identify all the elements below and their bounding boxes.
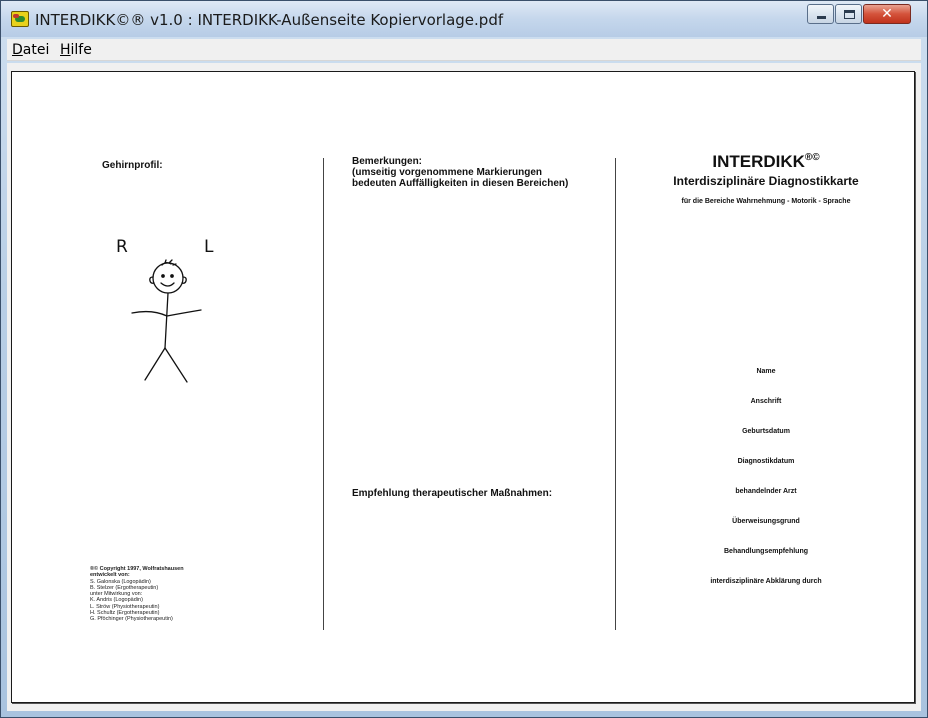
field-label: Diagnostikdatum — [737, 458, 795, 465]
menu-hilfe-label: ilfe — [70, 42, 92, 58]
figure-leg-right — [164, 347, 188, 383]
copyright-block: ®© Copyright 1997, Wolfratshausen entwic… — [90, 566, 184, 623]
brain-profile-heading: Gehirnprofil: — [102, 160, 163, 171]
app-icon[interactable] — [11, 11, 29, 27]
title-bar[interactable]: INTERDIKK©® v1.0 : INTERDIKK-Außenseite … — [1, 1, 927, 37]
remarks-block: Bemerkungen: (umseitig vorgenommene Mark… — [352, 156, 568, 189]
sketch-label-r: R — [116, 237, 128, 257]
app-window: INTERDIKK©® v1.0 : INTERDIKK-Außenseite … — [0, 0, 928, 718]
menu-datei[interactable]: Datei — [12, 42, 49, 58]
minimize-icon — [817, 16, 826, 19]
stick-figure-sketch: R L — [116, 237, 214, 383]
sketch-label-l: L — [204, 237, 214, 257]
minimize-button[interactable] — [807, 4, 834, 24]
menu-bar: Datei Hilfe — [7, 39, 921, 61]
brand-subtitle: Interdisziplinäre Diagnostikkarte — [673, 174, 859, 188]
figure-eye-right — [170, 274, 174, 278]
maximize-icon — [844, 10, 855, 19]
figure-drawing — [131, 259, 202, 383]
field-label: Anschrift — [750, 398, 782, 405]
figure-leg-left — [144, 347, 166, 381]
remarks-title: Bemerkungen: — [352, 156, 423, 167]
brand-title: INTERDIKK®© — [616, 152, 916, 172]
brand-areas: für die Bereiche Wahrnehmung - Motorik -… — [681, 198, 851, 205]
figure-hair — [161, 259, 177, 266]
field-label: behandelnder Arzt — [735, 488, 797, 495]
pdf-viewer[interactable]: Gehirnprofil: R L ®© Copyright 1997, Wol… — [7, 63, 921, 711]
field-label: Überweisungsgrund — [732, 518, 800, 525]
field-label: Name — [756, 368, 776, 375]
menu-datei-label: atei — [22, 42, 50, 58]
column-divider-left — [323, 158, 324, 630]
brand-name: INTERDIKK — [712, 152, 805, 171]
field-label: Geburtsdatum — [742, 428, 790, 435]
figure-head — [152, 262, 184, 294]
figure-body — [164, 292, 169, 349]
pdf-page: Gehirnprofil: R L ®© Copyright 1997, Wol… — [11, 71, 915, 703]
close-icon: ✕ — [881, 6, 893, 22]
close-button[interactable]: ✕ — [863, 4, 911, 24]
column-divider-right — [615, 158, 616, 630]
recommendation-heading: Empfehlung therapeutischer Maßnahmen: — [352, 488, 553, 499]
menu-hilfe-accel: H — [60, 42, 71, 58]
remarks-line: (umseitig vorgenommene Markierungen — [352, 167, 543, 178]
copyright-line: G. Pföchinger (Physiotherapeutin) — [90, 616, 173, 623]
figure-mouth — [160, 282, 175, 287]
remarks-line: bedeuten Auffälligkeiten in diesen Berei… — [352, 178, 569, 189]
maximize-button[interactable] — [835, 4, 862, 24]
figure-eye-left — [161, 274, 165, 278]
brand-mark: ®© — [804, 152, 820, 163]
menu-datei-accel: D — [12, 42, 23, 58]
menu-hilfe[interactable]: Hilfe — [60, 42, 92, 58]
window-title: INTERDIKK©® v1.0 : INTERDIKK-Außenseite … — [35, 11, 504, 29]
brand-block: INTERDIKK®© Interdisziplinäre Diagnostik… — [616, 152, 916, 205]
field-label: Behandlungsempfehlung — [724, 548, 808, 555]
field-label: interdisziplinäre Abklärung durch — [710, 578, 822, 585]
